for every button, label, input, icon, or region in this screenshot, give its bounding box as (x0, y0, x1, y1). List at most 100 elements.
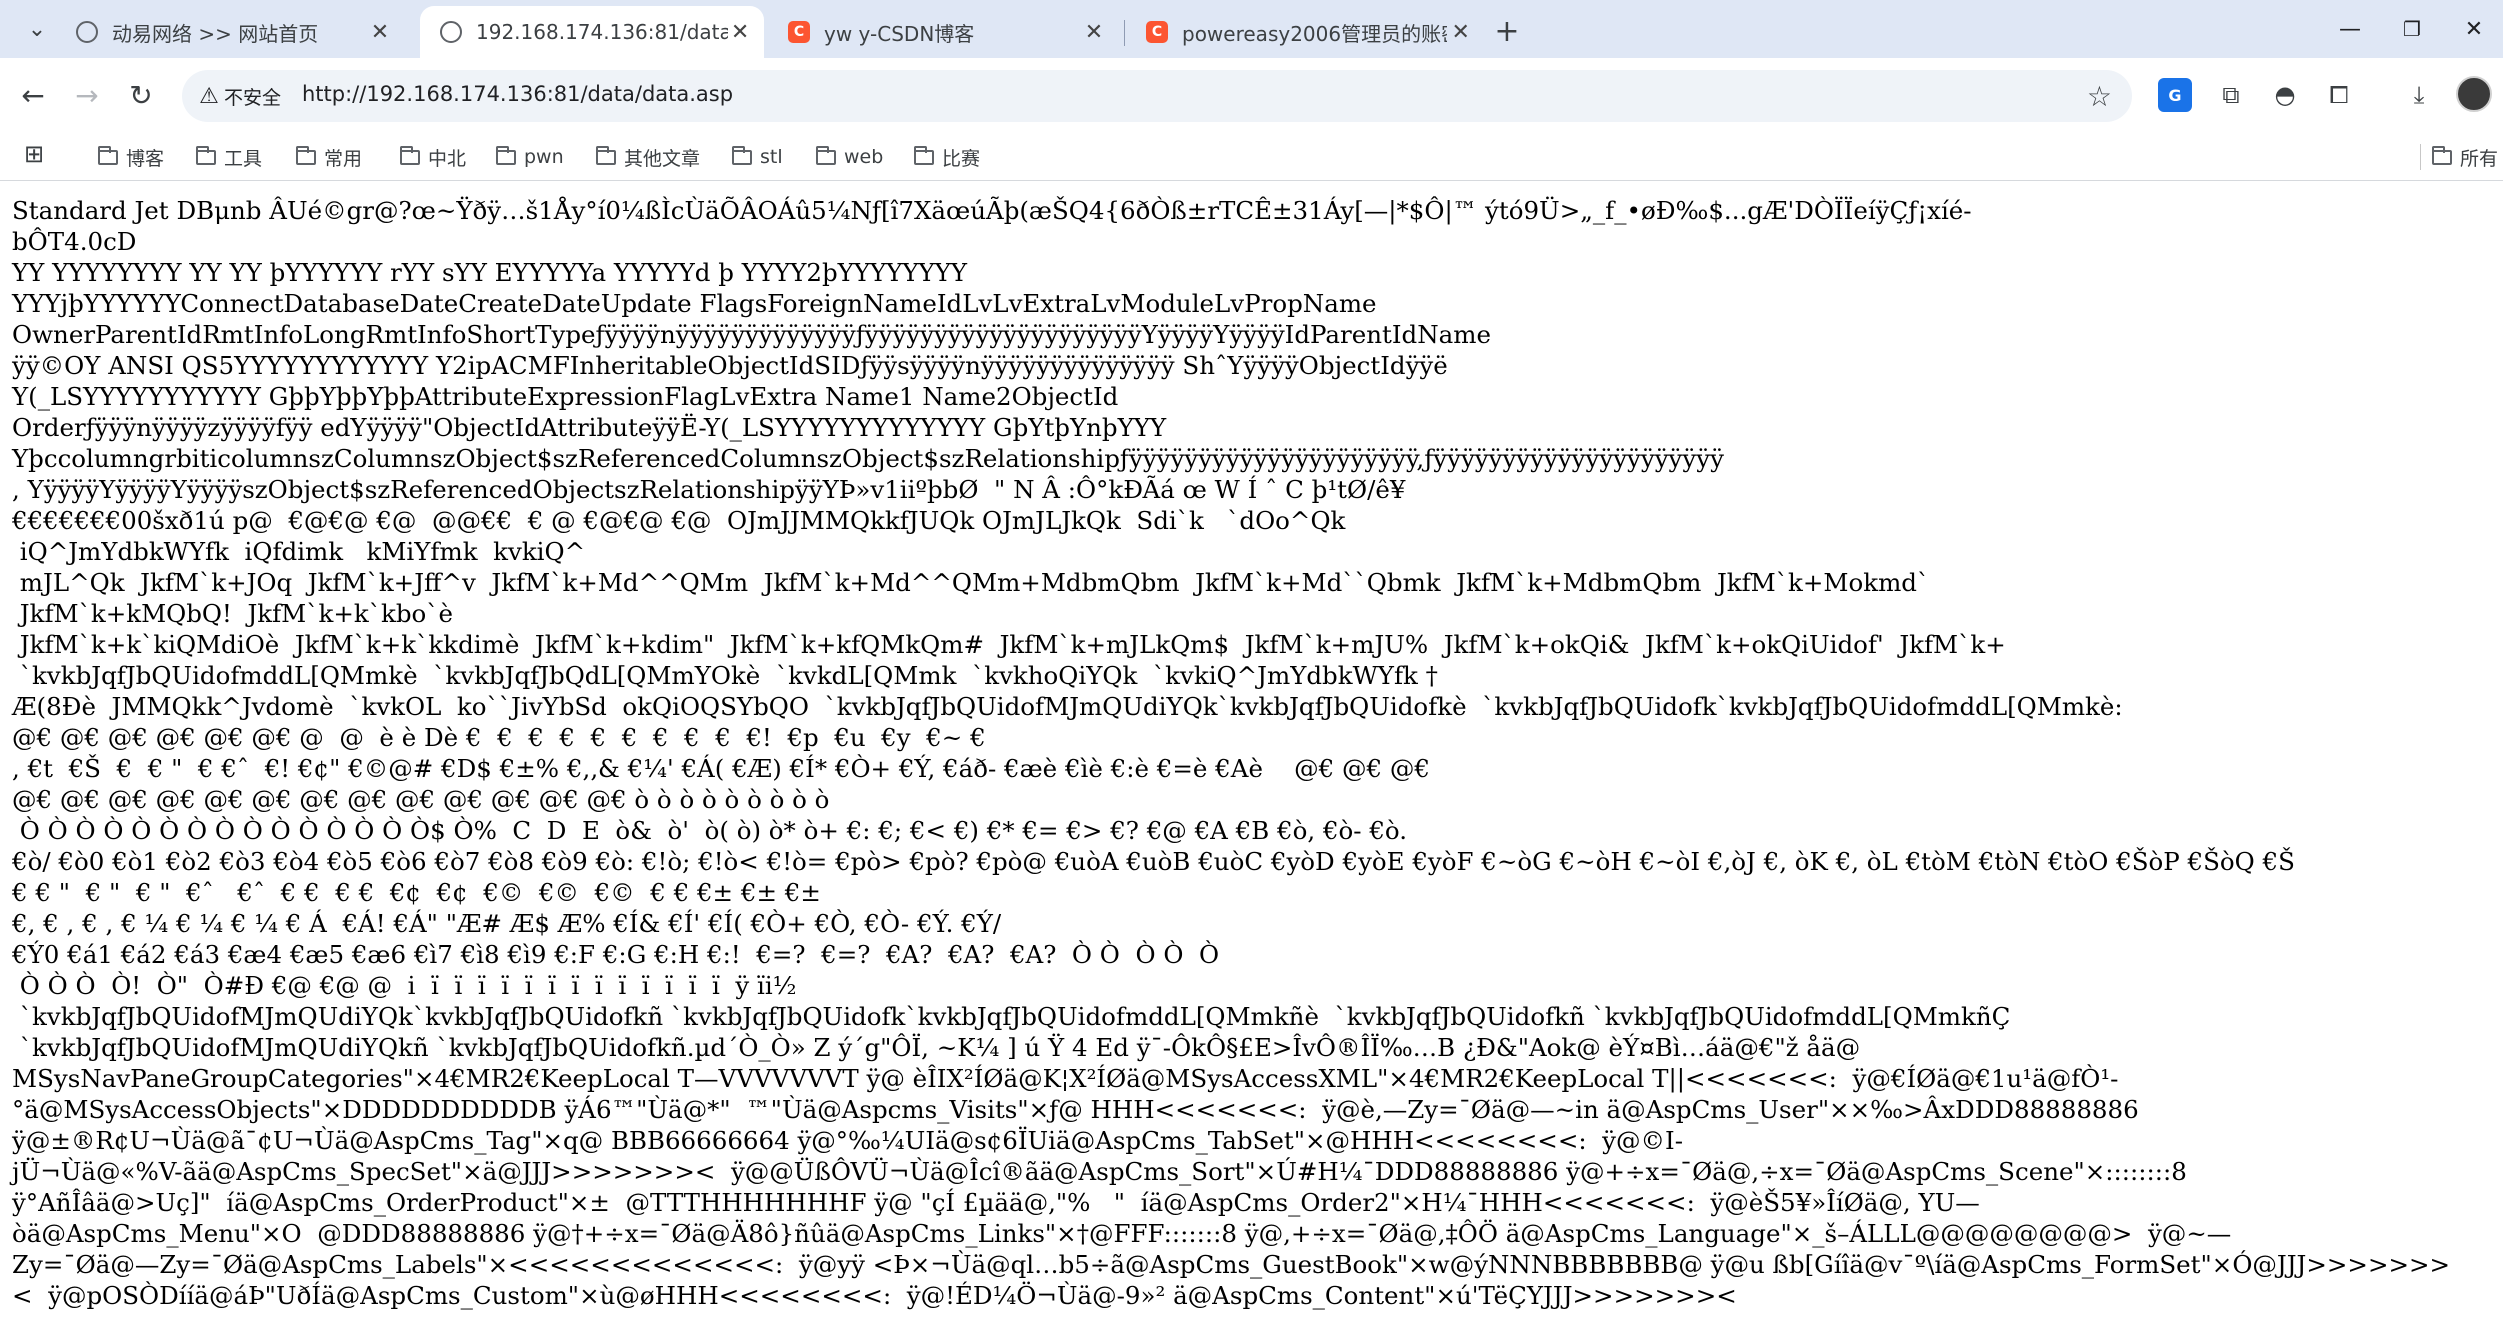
csdn-icon: C (788, 21, 810, 43)
dump-line: €€€€€€€00šxð1ú p@ €@€@ €@ @@€€ € @ €@€@ … (12, 506, 1346, 535)
profile-avatar[interactable] (2456, 76, 2492, 112)
bookmark-folder-pwn[interactable]: pwn (496, 140, 564, 174)
security-label[interactable]: 不安全 (224, 83, 281, 110)
tab-data-asp[interactable]: 192.168.174.136:81/data/dat ✕ (420, 6, 764, 58)
bookmark-label: 中北 (428, 147, 467, 170)
new-tab-icon[interactable]: + (1490, 14, 1524, 49)
bookmark-label: 比赛 (942, 147, 981, 170)
globe-icon (76, 21, 98, 43)
folder-icon (816, 145, 836, 165)
bookmark-label: web (844, 146, 884, 168)
dump-line: €Ý0 €á1 €á2 €á3 €æ4 €æ5 €æ6 €ì7 €ì8 €ì9 … (12, 940, 1220, 969)
dump-line: < ÿ@pOSÒDííä@áÞ"UðÍä@AspCms_Custom"×ù@øH… (12, 1281, 1737, 1310)
apps-grid-icon[interactable]: ⊞ (24, 140, 44, 168)
bookmarks-bar: ⊞ 博客 工具 常用 中北 pwn 其他文章 stl web 比赛 所有 (0, 134, 2503, 181)
translate-icon[interactable]: G (2158, 78, 2192, 112)
dump-line: °ä@MSysAccessObjects"×DDDDDDDDDDB ÿÁ6™"Ù… (12, 1095, 2139, 1124)
folder-icon (732, 145, 752, 165)
reload-icon[interactable]: ↻ (122, 76, 160, 114)
dump-line: OwnerParentIdRmtInfoLongRmtInfoShortType… (12, 320, 1491, 349)
close-icon[interactable]: ✕ (1080, 18, 1108, 46)
dump-line: YY YYYYYYYY YY YY þYYYYYY rYY sYY EYYYYY… (12, 258, 968, 287)
minimize-icon[interactable]: — (2330, 12, 2370, 46)
dump-line: @€ @€ @€ @€ @€ @€ @ @ è è Dè € € € € € €… (12, 723, 986, 752)
dump-line: JkfM`k+k`kiQMdiOè JkfM`k+k`kkdimè JkfM`k… (12, 630, 2006, 659)
bookmark-star-icon[interactable]: ☆ (2087, 80, 2112, 113)
close-icon[interactable]: ✕ (728, 18, 752, 46)
dump-line: , €t €Š € € " € €ˆ €! €¢" €©@# €D$ €±% €… (12, 754, 1430, 783)
copy-icon[interactable]: ⧉ (2214, 78, 2248, 112)
close-icon[interactable]: ✕ (366, 18, 394, 46)
folder-icon (196, 145, 216, 165)
back-arrow-icon[interactable]: ← (14, 76, 52, 114)
bookmarks-separator (2420, 144, 2421, 170)
bookmark-folder-other-articles[interactable]: 其他文章 (596, 140, 700, 174)
tab-strip: ⌄ 动易网络 >> 网站首页 ✕ 192.168.174.136:81/data… (0, 0, 2503, 58)
bookmark-label: 工具 (224, 147, 263, 170)
folder-icon (2432, 145, 2452, 165)
url-text[interactable]: http://192.168.174.136:81/data/data.asp (302, 82, 733, 106)
tab-title: yw y-CSDN博客 (824, 21, 975, 46)
incognito-icon[interactable]: ◓ (2268, 78, 2302, 112)
dump-line: Orderƒÿÿÿnÿÿÿÿzÿÿÿÿfÿÿ edYÿÿÿÿ"ObjectIdA… (12, 413, 1167, 442)
bookmark-label: 所有 (2460, 147, 2499, 170)
dump-line: mJL^Qk JkfM`k+JOq JkfM`k+Jff^v JkfM`k+Md… (12, 568, 1930, 597)
folder-icon (914, 145, 934, 165)
tab-csdn-blog[interactable]: C yw y-CSDN博客 ✕ (768, 6, 1120, 58)
warning-icon[interactable]: ⚠ (196, 83, 222, 109)
folder-icon (400, 145, 420, 165)
dump-line: Æ(8Ðè JMMQkk^Jvdomè `kvkOL ko``JivYbSd o… (12, 692, 2123, 721)
tab-dongyi[interactable]: 动易网络 >> 网站首页 ✕ (56, 6, 406, 58)
tab-title: powereasy2006管理员的账密 (1182, 21, 1448, 46)
tab-search-menu-icon[interactable]: ⌄ (18, 10, 56, 48)
bookmark-label: stl (760, 146, 783, 168)
dump-line: MSysNavPaneGroupCategories"×4€MR2€KeepLo… (12, 1064, 2119, 1093)
dump-line: Y(_LSYYYYYYYYYYY GþþYþþYþþAttributeExpre… (12, 382, 1119, 411)
dump-line: YYYjþYYYYYYConnectDatabaseDateCreateDate… (12, 289, 1377, 318)
bookmark-folder-all[interactable]: 所有 (2432, 140, 2498, 174)
close-icon[interactable]: ✕ (1447, 18, 1474, 46)
dump-line: @€ @€ @€ @€ @€ @€ @€ @€ @€ @€ @€ @€ @€ ò… (12, 785, 830, 814)
dump-line: `kvkbJqfJbQUidofmddL[QMmkè `kvkbJqfJbQdL… (12, 661, 1438, 690)
dump-line: €, € , € , € ¼ € ¼ € ¼ € Á €Á! €Á" "Æ# Æ… (12, 909, 1002, 938)
folder-icon (496, 145, 516, 165)
bookmark-folder-stl[interactable]: stl (732, 140, 783, 174)
window-close-icon[interactable]: ✕ (2454, 12, 2494, 46)
dump-line: ÿÿ©OY ANSI QS5YYYYYYYYYYYY Y2ipACMFInher… (12, 351, 1448, 380)
page-content: Standard Jet DBμnb ÂUé©gr@?œ~Ÿðÿ…š1Åy°í0… (0, 181, 2503, 1323)
dump-line: ÿ°AñÎâä@>Uç]" íä@AspCms_OrderProduct"×± … (12, 1188, 1980, 1217)
extensions-icon[interactable]: ⧠ (2322, 78, 2356, 112)
dump-line: Standard Jet DBμnb ÂUé©gr@?œ~Ÿðÿ…š1Åy°í0… (12, 196, 1972, 225)
bookmark-folder-tools[interactable]: 工具 (196, 140, 262, 174)
dump-line: bÔT4.0cD (12, 227, 145, 256)
forward-arrow-icon[interactable]: → (68, 76, 106, 114)
dump-line: €ò/ €ò0 €ò1 €ò2 €ò3 €ò4 €ò5 €ò6 €ò7 €ò8 … (12, 847, 2295, 876)
dump-line: iQ^JmYdbkWYfk iQfdimk kMiYfmk kvkiQ^ (12, 537, 586, 566)
dump-line: YþccolumngrbiticolumnszColumnszObject$sz… (12, 444, 1724, 473)
bookmark-folder-zhongbei[interactable]: 中北 (400, 140, 466, 174)
folder-icon (98, 145, 118, 165)
dump-line: JkfM`k+kMQbQ! JkfM`k+k`kbo`è (12, 599, 454, 628)
bookmark-folder-blog[interactable]: 博客 (98, 140, 164, 174)
bookmark-folder-web[interactable]: web (816, 140, 883, 174)
tab-separator (1124, 20, 1125, 46)
download-icon[interactable]: ⤓ (2402, 78, 2436, 112)
dump-line: `kvkbJqfJbQUidofMJmQUdiYQkñ `kvkbJqfJbQU… (12, 1033, 1861, 1062)
bookmark-label: 其他文章 (624, 147, 701, 170)
dump-line: Ò Ò Ò Ò! Ò" Ò#Ð €@ €@ @ i ï ï ï ï ï ï ï … (12, 971, 797, 1000)
bookmark-label: 常用 (324, 147, 363, 170)
folder-icon (596, 145, 616, 165)
tab-title: 动易网络 >> 网站首页 (112, 21, 319, 46)
tab-powereasy[interactable]: C powereasy2006管理员的账密 ✕ (1126, 6, 1486, 58)
dump-line: , YÿÿÿÿYÿÿÿÿYÿÿÿÿszObject$szReferencedOb… (12, 475, 1406, 504)
globe-icon (440, 21, 462, 43)
browser-toolbar: ← → ↻ ⚠ 不安全 http://192.168.174.136:81/da… (0, 58, 2503, 134)
bookmark-label: pwn (524, 146, 564, 168)
dump-line: € € " € " € " €ˆ €ˆ € € € € €¢ €¢ €© €© … (12, 878, 821, 907)
tab-title: 192.168.174.136:81/data/dat (476, 20, 729, 44)
restore-icon[interactable]: ❐ (2392, 12, 2432, 46)
bookmark-folder-common[interactable]: 常用 (296, 140, 362, 174)
bookmark-folder-contest[interactable]: 比赛 (914, 140, 980, 174)
address-bar[interactable]: ⚠ 不安全 http://192.168.174.136:81/data/dat… (182, 70, 2132, 122)
dump-line: ÿ@±®R¢U¬Ùä@ã¯¢U¬Ùä@AspCms_Tag"×q@ BBB666… (12, 1126, 1683, 1155)
